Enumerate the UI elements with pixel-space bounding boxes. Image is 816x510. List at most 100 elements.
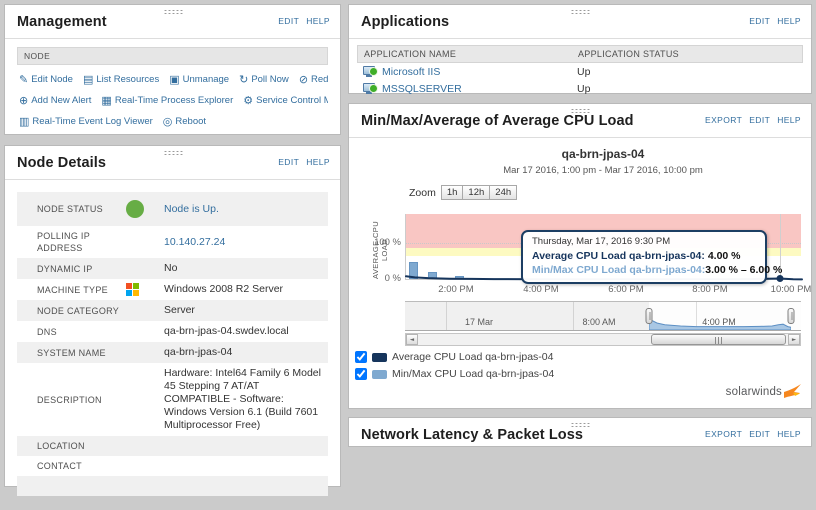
legend-item-average[interactable]: Average CPU Load qa-brn-jpas-04	[355, 351, 553, 363]
table-row: NODE CATEGORY Server	[17, 300, 328, 321]
chart-date-range: Mar 17 2016, 1:00 pm - Mar 17 2016, 10:0…	[405, 165, 801, 176]
help-link[interactable]: HELP	[306, 157, 330, 167]
solarwinds-swoosh-icon	[784, 384, 801, 399]
plus-circle-icon: ⊕	[19, 95, 28, 106]
drag-handle-icon[interactable]	[571, 9, 590, 15]
cpu-load-chart-panel: Min/Max/Average of Average CPU Load EXPO…	[348, 103, 812, 409]
export-link[interactable]: EXPORT	[705, 429, 742, 439]
circle-slash-icon: ⊘	[299, 74, 308, 85]
row-value: Windows 2008 R2 Server	[164, 283, 328, 296]
zoom-12h-button[interactable]: 12h	[462, 185, 490, 200]
real-time-process-explorer-link[interactable]: ▦Real-Time Process Explorer	[101, 95, 233, 106]
edit-link[interactable]: EDIT	[749, 429, 770, 439]
node-status-link[interactable]: Node is Up.	[164, 203, 328, 216]
rediscover-link[interactable]: ⊘Rediscover	[299, 74, 328, 85]
drag-handle-icon[interactable]	[163, 9, 182, 15]
drag-handle-icon[interactable]	[571, 108, 590, 114]
help-link[interactable]: HELP	[777, 115, 801, 125]
zoom-1h-button[interactable]: 1h	[441, 185, 464, 200]
real-time-event-log-viewer-link[interactable]: ▥Real-Time Event Log Viewer	[19, 116, 153, 127]
legend-swatch-average	[372, 353, 387, 362]
reboot-link[interactable]: ◎Reboot	[163, 116, 206, 127]
application-link[interactable]: MSSQLSERVER	[382, 83, 462, 95]
cpu-chart-panel-header: Min/Max/Average of Average CPU Load EXPO…	[349, 104, 811, 138]
applications-panel-header: Applications EDIT HELP	[349, 5, 811, 39]
node-up-status-icon	[126, 200, 144, 218]
service-control-manager-link[interactable]: ⚙Service Control Manager	[243, 95, 328, 106]
refresh-icon: ↻	[239, 74, 248, 85]
management-panel: Management EDIT HELP NODE ✎Edit Node ▤Li…	[4, 4, 341, 135]
row-label: DNS	[37, 326, 126, 338]
windows-logo-icon	[126, 283, 139, 296]
drag-handle-icon[interactable]	[571, 422, 590, 428]
help-link[interactable]: HELP	[306, 16, 330, 26]
unmanage-link[interactable]: ▣Unmanage	[169, 74, 229, 85]
action-label: Reboot	[175, 116, 206, 127]
navigator-unselected-mask	[405, 302, 649, 330]
row-label: SYSTEM NAME	[37, 347, 126, 359]
help-link[interactable]: HELP	[777, 16, 801, 26]
solarwinds-logo-text: solarwinds	[726, 386, 782, 398]
x-tick: 10:00 PM	[771, 284, 812, 295]
dashboard-page: Management EDIT HELP NODE ✎Edit Node ▤Li…	[0, 0, 816, 491]
scrollbar-left-arrow[interactable]: ◄	[406, 334, 418, 345]
y-tick: 100 %	[364, 237, 406, 248]
navigator-left-handle[interactable]	[646, 308, 653, 324]
application-monitor-icon	[363, 83, 378, 95]
poll-now-link[interactable]: ↻Poll Now	[239, 74, 289, 85]
tooltip-avg-label: Average CPU Load qa-brn-jpas-04:	[532, 250, 705, 262]
table-row: DYNAMIC IP No	[17, 258, 328, 279]
help-link[interactable]: HELP	[777, 429, 801, 439]
table-row: MSSQLSERVER Up	[357, 80, 803, 97]
gear-icon: ⚙	[243, 95, 253, 106]
tooltip-timestamp: Thursday, Mar 17, 2016 9:30 PM	[532, 236, 756, 247]
action-label: Poll Now	[251, 74, 289, 85]
table-row: MACHINE TYPE Windows 2008 R2 Server	[17, 279, 328, 300]
tooltip-minmax-label: Min/Max CPU Load qa-brn-jpas-04:	[532, 264, 705, 276]
application-link[interactable]: Microsoft IIS	[382, 66, 440, 78]
panel-title: Applications	[361, 14, 799, 30]
row-label: DESCRIPTION	[37, 394, 126, 406]
zoom-24h-button[interactable]: 24h	[489, 185, 517, 200]
scrollbar-grip-icon	[715, 337, 723, 344]
action-label: List Resources	[96, 74, 159, 85]
scrollbar-right-arrow[interactable]: ►	[788, 334, 800, 345]
node-details-panel-header: Node Details EDIT HELP	[5, 146, 340, 180]
row-label: LOCATION	[37, 440, 126, 452]
y-tick: 0 %	[364, 273, 406, 284]
chart-scrollbar[interactable]: ◄ ►	[405, 333, 801, 346]
solarwinds-logo: solarwinds	[726, 384, 801, 399]
edit-node-link[interactable]: ✎Edit Node	[19, 74, 73, 85]
legend-checkbox-minmax[interactable]	[355, 368, 367, 380]
node-section-label: NODE	[17, 47, 328, 65]
chart-node-title: qa-brn-jpas-04	[405, 147, 801, 161]
add-new-alert-link[interactable]: ⊕Add New Alert	[19, 95, 91, 106]
scrollbar-thumb[interactable]	[651, 334, 786, 345]
polling-ip-link[interactable]: 10.140.27.24	[164, 236, 328, 249]
drag-handle-icon[interactable]	[163, 150, 182, 156]
edit-link[interactable]: EDIT	[278, 157, 299, 167]
column-header: APPLICATION NAME	[364, 49, 578, 59]
chart-navigator[interactable]: 17 Mar 8:00 AM 4:00 PM	[405, 301, 801, 331]
action-label: Edit Node	[31, 74, 73, 85]
edit-link[interactable]: EDIT	[749, 115, 770, 125]
edit-link[interactable]: EDIT	[749, 16, 770, 26]
edit-link[interactable]: EDIT	[278, 16, 299, 26]
row-label: CONTACT	[37, 460, 126, 472]
application-status: Up	[577, 83, 590, 95]
node-details-body: NODE STATUS Node is Up. POLLING IP ADDRE…	[5, 180, 340, 508]
network-latency-panel: Network Latency & Packet Loss EXPORT EDI…	[348, 417, 812, 447]
row-label: MACHINE TYPE	[37, 284, 126, 296]
export-link[interactable]: EXPORT	[705, 115, 742, 125]
table-row: DESCRIPTION Hardware: Intel64 Family 6 M…	[17, 363, 328, 436]
row-label: DYNAMIC IP	[37, 263, 126, 275]
list-resources-link[interactable]: ▤List Resources	[83, 74, 159, 85]
legend-label: Min/Max CPU Load qa-brn-jpas-04	[392, 368, 554, 380]
legend-checkbox-average[interactable]	[355, 351, 367, 363]
navigator-right-handle[interactable]	[788, 308, 795, 324]
legend-item-minmax[interactable]: Min/Max CPU Load qa-brn-jpas-04	[355, 368, 554, 380]
right-column: Applications EDIT HELP APPLICATION NAME …	[348, 4, 812, 487]
management-actions-row-2: ⊕Add New Alert ▦Real-Time Process Explor…	[17, 90, 328, 111]
zoom-label: Zoom	[409, 187, 436, 199]
action-label: Service Control Manager	[256, 95, 328, 106]
